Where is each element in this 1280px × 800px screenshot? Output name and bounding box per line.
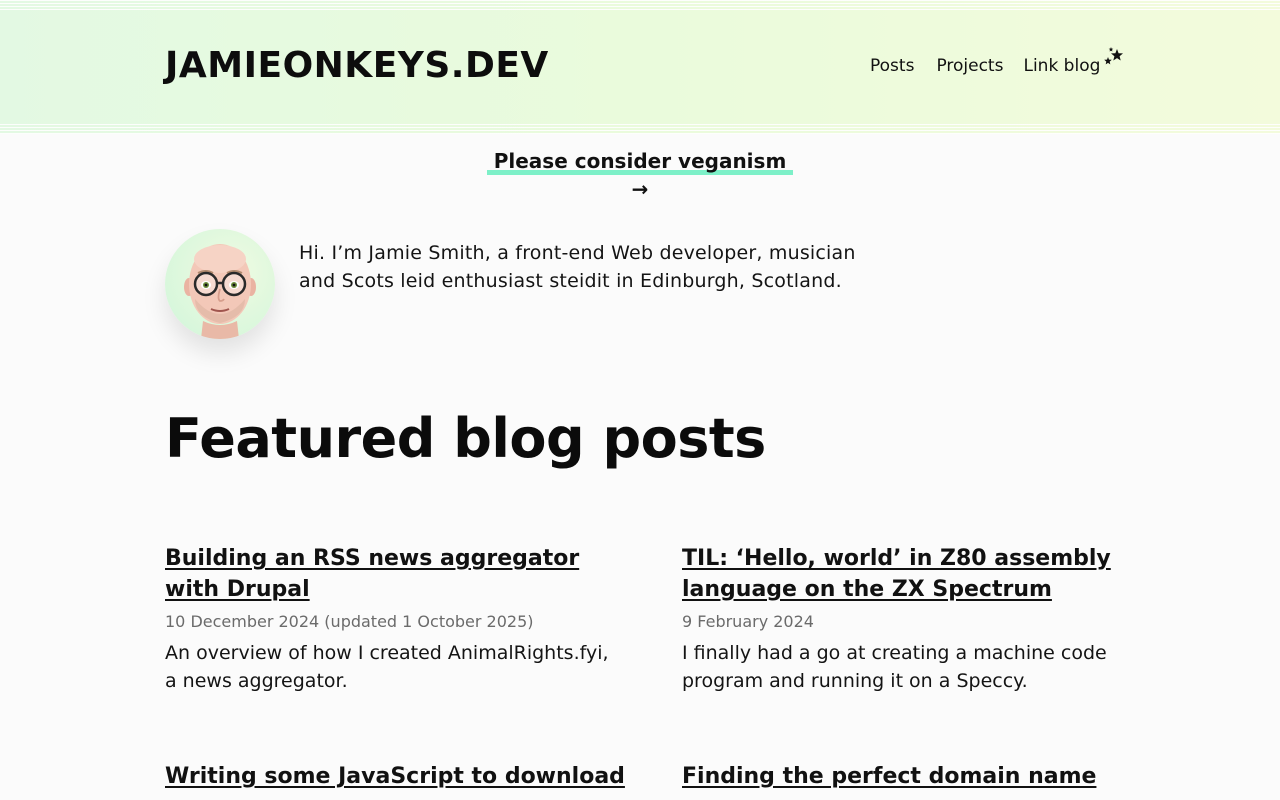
featured-post: Building an RSS news aggregator with Dru… bbox=[165, 543, 625, 695]
post-title-link[interactable]: Finding the perfect domain name bbox=[682, 761, 1142, 792]
nav-item-posts[interactable]: Posts bbox=[870, 54, 914, 78]
main-nav: Posts Projects Link blog bbox=[870, 47, 1126, 78]
featured-post: Writing some JavaScript to download bbox=[165, 761, 625, 792]
post-date: 10 December 2024 (updated 1 October 2025… bbox=[165, 612, 534, 631]
memoji-avatar-icon bbox=[184, 244, 256, 339]
post-title-link[interactable]: Building an RSS news aggregator with Dru… bbox=[165, 543, 625, 605]
intro-text: Hi. I’m Jamie Smith, a front-end Web dev… bbox=[299, 242, 856, 292]
post-description: I finally had a go at creating a machine… bbox=[682, 642, 1107, 692]
featured-post: Finding the perfect domain name bbox=[682, 761, 1142, 792]
veganism-banner-link[interactable]: Please consider veganism → bbox=[487, 147, 793, 201]
site-header: JAMIEONKEYS.DEV Posts Projects Link blog bbox=[0, 0, 1280, 134]
sparkle-stars-icon bbox=[1102, 46, 1126, 70]
nav-item-link-blog[interactable]: Link blog bbox=[1023, 54, 1100, 78]
featured-post: TIL: ‘Hello, world’ in Z80 assembly lang… bbox=[682, 543, 1142, 695]
post-title-link[interactable]: TIL: ‘Hello, world’ in Z80 assembly lang… bbox=[682, 543, 1142, 605]
site-title-link[interactable]: JAMIEONKEYS.DEV bbox=[165, 44, 549, 88]
post-date: 9 February 2024 bbox=[682, 612, 814, 631]
avatar bbox=[165, 229, 275, 339]
post-description: An overview of how I created AnimalRight… bbox=[165, 642, 609, 692]
post-title-link[interactable]: Writing some JavaScript to download bbox=[165, 761, 625, 792]
featured-posts-heading: Featured blog posts bbox=[165, 407, 766, 470]
nav-item-projects[interactable]: Projects bbox=[936, 54, 1003, 78]
